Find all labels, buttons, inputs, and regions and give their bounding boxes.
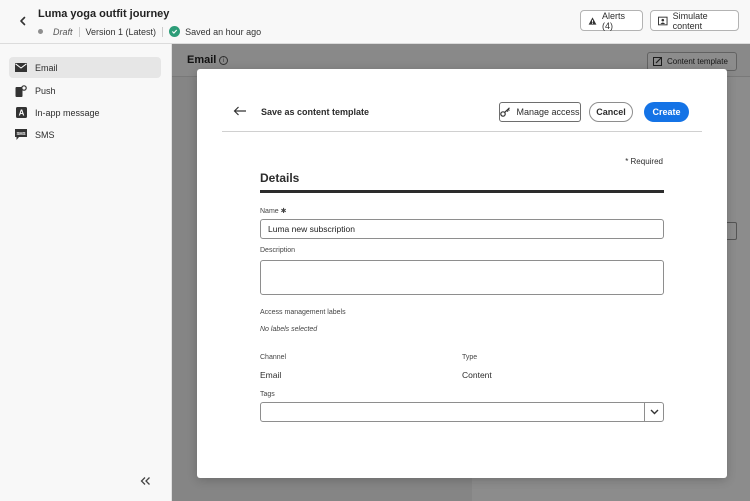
status-dot: [38, 29, 43, 34]
simulate-icon: [658, 16, 668, 25]
cancel-button[interactable]: Cancel: [589, 102, 633, 122]
back-button[interactable]: [14, 12, 32, 30]
sms-icon: SMS: [15, 129, 27, 141]
alerts-label: Alerts (4): [602, 10, 626, 31]
alerts-button[interactable]: Alerts (4): [580, 10, 643, 31]
version-label: Version 1 (Latest): [80, 26, 164, 37]
dialog-divider: [222, 131, 702, 132]
access-labels-label: Access management labels: [260, 309, 346, 316]
chevron-left-icon: [20, 16, 26, 26]
type-label: Type: [462, 354, 478, 361]
tags-dropdown-button[interactable]: [644, 402, 664, 422]
app-header: Luma yoga outfit journey Draft Version 1…: [0, 0, 750, 44]
name-label: Name: [260, 208, 279, 215]
simulate-label: Simulate content: [672, 10, 708, 31]
push-icon: [15, 84, 27, 97]
name-field[interactable]: Luma new subscription: [260, 219, 664, 239]
section-title: Details: [260, 171, 300, 185]
saved-status: Saved an hour ago: [163, 26, 261, 37]
check-circle-icon: [169, 26, 181, 37]
description-label: Description: [260, 247, 296, 254]
required-asterisk: ✱: [280, 208, 287, 215]
key-icon: [500, 107, 511, 117]
description-field[interactable]: [260, 260, 664, 295]
channel-sidebar: Email Push A In-app message SMS SMS: [0, 44, 172, 501]
sidebar-item-push[interactable]: Push: [9, 80, 161, 101]
sidebar-item-sms[interactable]: SMS SMS: [9, 124, 161, 145]
manage-access-label: Manage access: [516, 107, 580, 117]
required-note: * Required: [625, 157, 663, 166]
sidebar-item-label: Push: [35, 85, 56, 96]
dialog-back-button[interactable]: [233, 105, 247, 119]
svg-text:A: A: [18, 109, 24, 118]
collapse-sidebar-button[interactable]: [140, 474, 151, 489]
chevron-down-icon: [650, 409, 658, 415]
sidebar-item-email[interactable]: Email: [9, 57, 161, 78]
sidebar-item-in-app-message[interactable]: A In-app message: [9, 102, 161, 123]
create-button[interactable]: Create: [644, 102, 689, 122]
sidebar-item-label: In-app message: [35, 107, 100, 118]
dialog-title: Save as content template: [261, 107, 370, 117]
svg-text:SMS: SMS: [16, 131, 25, 136]
sidebar-item-label: Email: [35, 62, 58, 73]
arrow-left-icon: [233, 106, 246, 116]
channel-value: Email: [260, 370, 282, 380]
manage-access-button[interactable]: Manage access: [499, 102, 581, 122]
in-app-icon: A: [15, 107, 27, 119]
save-template-dialog: Save as content template Manage access C…: [197, 69, 727, 478]
tags-label: Tags: [260, 391, 275, 398]
status-label: Draft: [53, 26, 80, 37]
alert-icon: [588, 16, 597, 25]
double-chevron-left-icon: [140, 477, 150, 485]
section-rule: [260, 190, 664, 193]
type-value: Content: [462, 370, 492, 380]
journey-meta: Draft Version 1 (Latest) Saved an hour a…: [38, 26, 261, 37]
channel-label: Channel: [260, 354, 287, 361]
simulate-content-button[interactable]: Simulate content: [650, 10, 739, 31]
access-labels-value: No labels selected: [260, 326, 318, 333]
name-label-row: Name ✱: [260, 207, 287, 215]
journey-title: Luma yoga outfit journey: [38, 8, 170, 20]
saved-label: Saved an hour ago: [185, 26, 262, 37]
sidebar-item-label: SMS: [35, 129, 55, 140]
mail-icon: [15, 62, 27, 74]
tags-input[interactable]: [260, 402, 645, 422]
